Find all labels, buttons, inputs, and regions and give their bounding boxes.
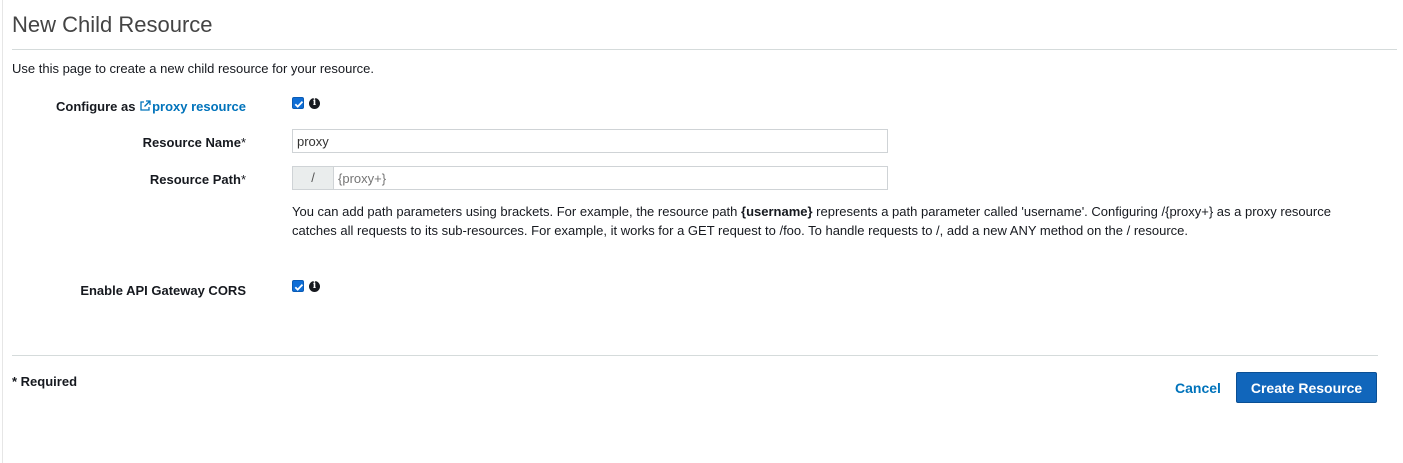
resource-path-field: /	[292, 166, 888, 190]
cors-info-icon[interactable]: i	[309, 281, 320, 292]
proxy-resource-label: Configure as proxy resource	[56, 99, 246, 114]
cancel-button[interactable]: Cancel	[1175, 380, 1221, 396]
footer-divider	[12, 355, 1378, 356]
proxy-info-icon[interactable]: i	[309, 98, 320, 109]
resource-name-input[interactable]	[292, 129, 888, 153]
page-intro: Use this page to create a new child reso…	[12, 61, 375, 76]
required-note: * Required	[12, 374, 78, 389]
resource-path-help-text: You can add path parameters using bracke…	[292, 204, 1331, 238]
page-title: New Child Resource	[12, 12, 213, 37]
checkbox-checked-icon	[294, 283, 304, 291]
external-link-icon	[140, 100, 151, 111]
checkbox-checked-icon	[294, 100, 304, 108]
resource-path-input[interactable]	[334, 167, 887, 189]
create-resource-button[interactable]: Create Resource	[1236, 372, 1377, 403]
resource-name-label: Resource Name*	[142, 135, 246, 150]
resource-path-prefix: /	[293, 167, 334, 189]
left-border	[2, 0, 3, 463]
proxy-resource-link-text: proxy resource	[152, 99, 246, 114]
cors-checkbox[interactable]	[292, 280, 304, 292]
proxy-resource-link[interactable]: proxy resource	[139, 99, 246, 114]
proxy-label-prefix: Configure as	[55, 99, 140, 114]
title-divider	[12, 49, 1397, 50]
resource-path-label: Resource Path*	[149, 172, 246, 187]
cors-label: Enable API Gateway CORS	[80, 283, 246, 298]
proxy-resource-checkbox[interactable]	[292, 97, 304, 109]
